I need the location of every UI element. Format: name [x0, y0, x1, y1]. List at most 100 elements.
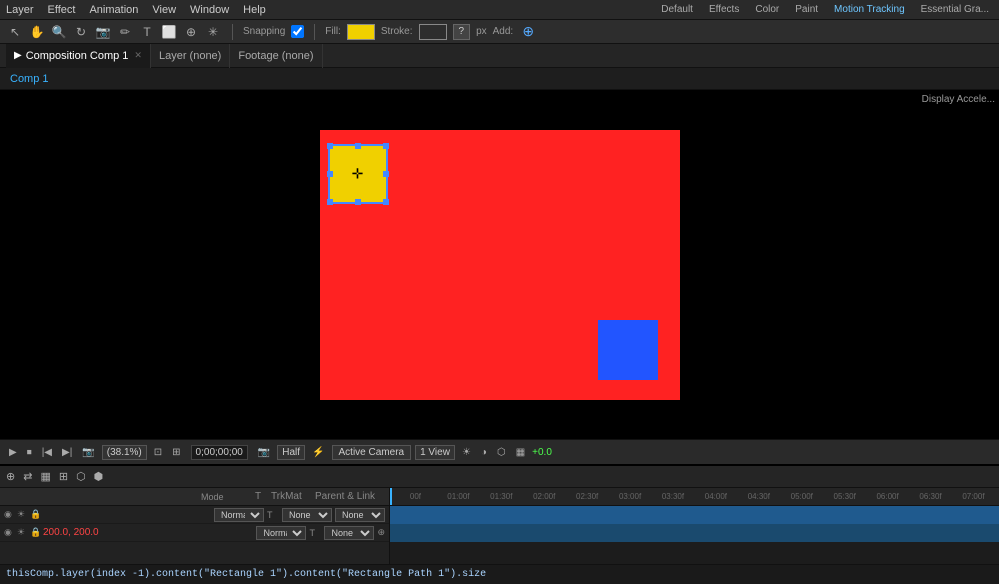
- tool-icons: ↖ ✋ 🔍 ↻ 📷 ✏ T ⬜ ⊕ ✳: [6, 23, 222, 41]
- views-selector[interactable]: 1 View: [415, 445, 455, 460]
- handle-br[interactable]: [383, 199, 389, 205]
- menu-item-view[interactable]: View: [152, 4, 176, 16]
- layer-row-2[interactable]: ◉ ☀ 🔒 200.0, 200.0 Normal T None ⊕: [0, 524, 389, 542]
- workspace-motion-tracking[interactable]: Motion Tracking: [830, 4, 909, 15]
- expression-text[interactable]: thisComp.layer(index -1).content("Rectan…: [6, 569, 486, 580]
- fast-preview-icon[interactable]: ⚡: [309, 447, 327, 458]
- layer-mode-1[interactable]: Normal: [214, 508, 264, 522]
- quality-selector[interactable]: Half: [277, 445, 305, 460]
- workspace-effects[interactable]: Effects: [705, 4, 743, 15]
- camera-selector[interactable]: Active Camera: [332, 445, 412, 460]
- exposure-icon[interactable]: ☀: [459, 447, 474, 458]
- grid-icon[interactable]: ⊞: [169, 447, 183, 458]
- workspace-color[interactable]: Color: [751, 4, 783, 15]
- tl-icon-5[interactable]: ⬡: [74, 470, 88, 483]
- layer-link-icon-2[interactable]: ⊕: [377, 527, 385, 538]
- add-icon[interactable]: ⊕: [519, 23, 537, 41]
- preview-camera-icon[interactable]: 📷: [79, 447, 97, 458]
- layer-parent-1[interactable]: None: [335, 508, 385, 522]
- yellow-shape-layer[interactable]: ✛: [328, 144, 388, 204]
- comp-label-bar: Comp 1: [0, 68, 999, 90]
- layer-header: Mode T TrkMat Parent & Link: [0, 488, 389, 506]
- tl-icon-2[interactable]: ⇄: [21, 470, 34, 483]
- timeline-playhead[interactable]: [390, 488, 392, 505]
- layer-vis-icon-1[interactable]: ◉: [4, 509, 14, 520]
- text-tool-icon[interactable]: T: [138, 23, 156, 41]
- blue-shape-layer: [598, 320, 658, 380]
- menu-item-effect[interactable]: Effect: [48, 4, 76, 16]
- tl-icon-6[interactable]: ⬢: [92, 470, 106, 483]
- layer-t-2[interactable]: T: [309, 528, 321, 538]
- tl-icon-1[interactable]: ⊕: [4, 470, 17, 483]
- tl-icon-4[interactable]: ⊞: [57, 470, 70, 483]
- menu-bar: Layer Effect Animation View Window Help …: [0, 0, 999, 20]
- handle-tr[interactable]: [383, 143, 389, 149]
- preview-frame-back-icon[interactable]: |◀: [39, 447, 55, 458]
- pen-tool-icon[interactable]: ✏: [116, 23, 134, 41]
- preview-play-icon[interactable]: ▶: [6, 447, 20, 458]
- layer-solo-icon-1[interactable]: ☀: [17, 509, 27, 520]
- snapping-label: Snapping: [243, 26, 285, 37]
- color-manage-icon[interactable]: ◑: [478, 447, 490, 458]
- tab-layer[interactable]: Layer (none): [151, 44, 230, 68]
- handle-mr[interactable]: [383, 171, 389, 177]
- tab-composition[interactable]: ▶ Composition Comp 1 ✕: [6, 44, 151, 68]
- workspace-essential[interactable]: Essential Gra...: [917, 4, 993, 15]
- shape-tool-icon[interactable]: ⬜: [160, 23, 178, 41]
- handle-bl[interactable]: [327, 199, 333, 205]
- panel-tabs: ▶ Composition Comp 1 ✕ Layer (none) Foot…: [0, 44, 999, 68]
- comp-tab-close[interactable]: ✕: [134, 50, 142, 61]
- timeline-track-area: [390, 506, 999, 564]
- workspace-paint[interactable]: Paint: [791, 4, 822, 15]
- timeline-ruler-bar: 00f 01:00f 01:30f 02:00f 02:30f 03:00f 0…: [390, 488, 999, 506]
- tab-footage[interactable]: Footage (none): [230, 44, 322, 68]
- snapshot-icon[interactable]: 📷: [255, 447, 273, 458]
- zoom-selector[interactable]: (38.1%): [102, 445, 147, 460]
- workspace-default[interactable]: Default: [657, 4, 697, 15]
- transparency-icon[interactable]: ▦: [513, 447, 528, 458]
- t-col-header: T: [255, 491, 267, 502]
- puppet-tool-icon[interactable]: ✳: [204, 23, 222, 41]
- mark-13: 07:00f: [952, 492, 995, 501]
- timecode-display[interactable]: 0;00;00;00: [191, 445, 248, 460]
- hand-tool-icon[interactable]: ✋: [28, 23, 46, 41]
- handle-ml[interactable]: [327, 171, 333, 177]
- tl-icon-3[interactable]: ▦: [38, 470, 52, 483]
- menu-item-animation[interactable]: Animation: [89, 4, 138, 16]
- layer-mode-2[interactable]: Normal: [256, 526, 306, 540]
- timeline-body: Mode T TrkMat Parent & Link ◉ ☀ 🔒 Normal…: [0, 488, 999, 564]
- menu-item-layer[interactable]: Layer: [6, 4, 34, 16]
- handle-tm[interactable]: [355, 143, 361, 149]
- layer-lock-icon-1[interactable]: 🔒: [30, 509, 40, 520]
- viewer-controls-bar: ▶ ⏹ |◀ ▶| 📷 (38.1%) ⊡ ⊞ 0;00;00;00 📷 Hal…: [0, 439, 999, 464]
- layer-lock-icon-2[interactable]: 🔒: [30, 527, 40, 538]
- timeline-panel: ⊕ ⇄ ▦ ⊞ ⬡ ⬢ Mode T TrkMat Parent & Link …: [0, 464, 999, 562]
- layer-t-1[interactable]: T: [267, 510, 279, 520]
- mark-2: 01:30f: [480, 492, 523, 501]
- rotate-tool-icon[interactable]: ↻: [72, 23, 90, 41]
- toolbar: ↖ ✋ 🔍 ↻ 📷 ✏ T ⬜ ⊕ ✳ Snapping Fill: Strok…: [0, 20, 999, 44]
- stroke-question-btn[interactable]: ?: [453, 24, 471, 40]
- menu-item-help[interactable]: Help: [243, 4, 266, 16]
- zoom-tool-icon[interactable]: 🔍: [50, 23, 68, 41]
- camera-tool-icon[interactable]: 📷: [94, 23, 112, 41]
- fit-to-frame-icon[interactable]: ⊡: [151, 447, 165, 458]
- menu-item-window[interactable]: Window: [190, 4, 229, 16]
- handle-tl[interactable]: [327, 143, 333, 149]
- layer-trimask-2[interactable]: None: [324, 526, 374, 540]
- layer-row-1[interactable]: ◉ ☀ 🔒 Normal T None None: [0, 506, 389, 524]
- preview-frame-fwd-icon[interactable]: ▶|: [59, 447, 75, 458]
- select-tool-icon[interactable]: ↖: [6, 23, 24, 41]
- snapping-checkbox[interactable]: [291, 25, 304, 38]
- layer-trimask-1[interactable]: None: [282, 508, 332, 522]
- preview-stop-icon[interactable]: ⏹: [24, 447, 35, 458]
- fill-color-box[interactable]: [347, 24, 375, 40]
- clone-tool-icon[interactable]: ⊕: [182, 23, 200, 41]
- layer-vis-icon-2[interactable]: ◉: [4, 527, 14, 538]
- mark-4: 02:30f: [566, 492, 609, 501]
- viewer-canvas-area: ✛: [0, 90, 999, 439]
- stroke-color-box[interactable]: [419, 24, 447, 40]
- roi-icon[interactable]: ⬡: [494, 447, 509, 458]
- handle-bm[interactable]: [355, 199, 361, 205]
- layer-solo-icon-2[interactable]: ☀: [17, 527, 27, 538]
